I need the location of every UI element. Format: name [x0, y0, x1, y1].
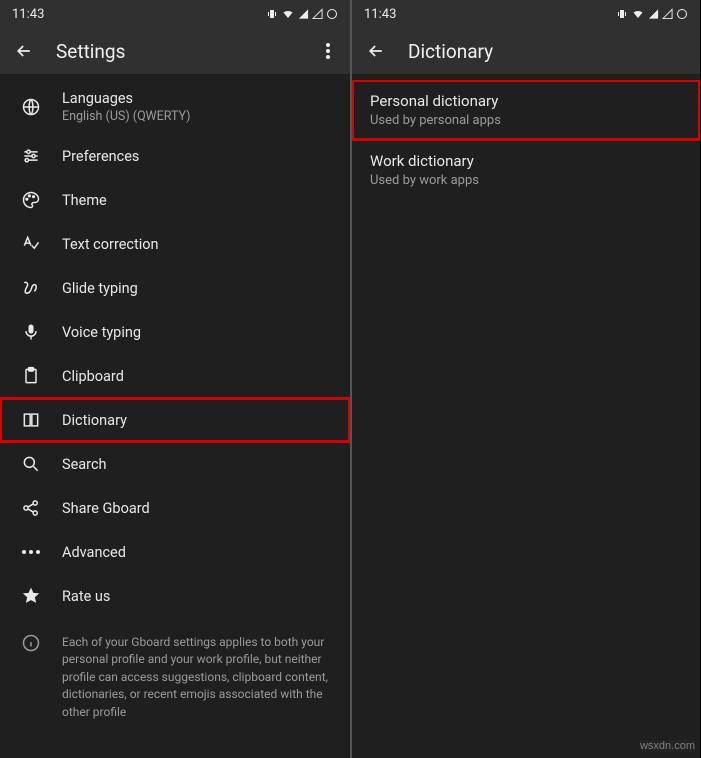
more-horiz-icon [20, 541, 42, 563]
item-label: Dictionary [62, 412, 127, 429]
settings-item-search[interactable]: Search [0, 442, 350, 486]
settings-screen: 11:43 Settings Languages English (US) (QW… [0, 0, 350, 758]
app-bar: Settings [0, 28, 350, 74]
circle-icon [326, 8, 338, 20]
gesture-icon [20, 277, 42, 299]
palette-icon [20, 189, 42, 211]
vibrate-icon [616, 8, 628, 20]
status-icons [616, 8, 688, 20]
vibrate-icon [266, 8, 278, 20]
share-icon [20, 497, 42, 519]
page-title: Dictionary [408, 40, 688, 63]
star-icon [20, 585, 42, 607]
item-label: Glide typing [62, 280, 138, 297]
settings-item-share[interactable]: Share Gboard [0, 486, 350, 530]
signal-icon [298, 8, 309, 20]
settings-item-languages[interactable]: Languages English (US) (QWERTY) [0, 80, 350, 134]
settings-list: Languages English (US) (QWERTY) Preferenc… [0, 80, 350, 758]
arrow-left-icon [366, 41, 386, 61]
status-time: 11:43 [12, 7, 44, 22]
settings-item-rate-us[interactable]: Rate us [0, 574, 350, 618]
item-label: Work dictionary [370, 152, 682, 170]
status-bar: 11:43 [0, 0, 350, 28]
dictionary-item-work[interactable]: Work dictionary Used by work apps [352, 140, 700, 200]
item-label: Advanced [62, 544, 126, 561]
settings-item-advanced[interactable]: Advanced [0, 530, 350, 574]
mic-icon [20, 321, 42, 343]
settings-item-voice-typing[interactable]: Voice typing [0, 310, 350, 354]
wifi-icon [281, 8, 295, 20]
globe-icon [20, 96, 42, 118]
search-icon [20, 453, 42, 475]
sliders-icon [20, 145, 42, 167]
settings-item-preferences[interactable]: Preferences [0, 134, 350, 178]
footer-text: Each of your Gboard settings applies to … [62, 634, 332, 721]
app-bar: Dictionary [352, 28, 700, 74]
item-label: Voice typing [62, 324, 141, 341]
more-vert-icon [326, 43, 330, 59]
item-label: Theme [62, 192, 107, 209]
book-icon [20, 409, 42, 431]
arrow-left-icon [14, 41, 34, 61]
dictionary-screen: 11:43 Dictionary Personal dictionary Use… [350, 0, 700, 758]
watermark: wsxdn.com [640, 740, 695, 752]
item-label: Search [62, 456, 107, 473]
status-icons [266, 8, 338, 20]
clipboard-icon [20, 365, 42, 387]
settings-item-theme[interactable]: Theme [0, 178, 350, 222]
signal-icon [648, 8, 659, 20]
wifi-icon [631, 8, 645, 20]
circle-icon [676, 8, 688, 20]
status-time: 11:43 [364, 7, 396, 22]
dictionary-item-personal[interactable]: Personal dictionary Used by personal app… [352, 80, 700, 140]
spellcheck-icon [20, 233, 42, 255]
status-bar: 11:43 [352, 0, 700, 28]
item-label: Rate us [62, 588, 110, 605]
signal-empty-icon [662, 8, 673, 20]
item-label: Clipboard [62, 368, 124, 385]
settings-item-dictionary[interactable]: Dictionary [0, 398, 350, 442]
overflow-menu-button[interactable] [318, 41, 338, 61]
info-icon [20, 632, 42, 654]
back-button[interactable] [14, 41, 34, 61]
settings-item-glide-typing[interactable]: Glide typing [0, 266, 350, 310]
profile-info-footer: Each of your Gboard settings applies to … [0, 618, 350, 731]
item-label: Personal dictionary [370, 92, 682, 110]
item-label: Languages [62, 90, 191, 107]
settings-item-text-correction[interactable]: Text correction [0, 222, 350, 266]
signal-empty-icon [312, 8, 323, 20]
page-title: Settings [56, 40, 318, 63]
item-label: Share Gboard [62, 500, 150, 517]
item-sub: Used by personal apps [370, 113, 682, 128]
dictionary-list: Personal dictionary Used by personal app… [352, 80, 700, 758]
back-button[interactable] [366, 41, 386, 61]
item-sub: English (US) (QWERTY) [62, 109, 191, 124]
item-label: Preferences [62, 148, 139, 165]
settings-item-clipboard[interactable]: Clipboard [0, 354, 350, 398]
item-sub: Used by work apps [370, 173, 682, 188]
item-label: Text correction [62, 236, 159, 253]
